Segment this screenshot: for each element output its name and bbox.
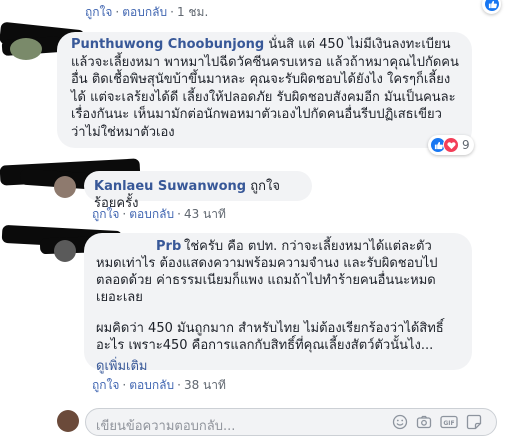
reaction-badge-top[interactable]: [482, 0, 501, 14]
gif-icon[interactable]: GIF: [440, 414, 458, 430]
svg-text:GIF: GIF: [443, 420, 454, 427]
timestamp: 1 ชม.: [176, 5, 209, 19]
sticker-icon[interactable]: [466, 414, 482, 430]
reply-link[interactable]: ตอบกลับ: [122, 5, 167, 19]
comment-author[interactable]: Prb: [156, 239, 181, 254]
reply-input[interactable]: เขียนข้อความตอบกลับ... GIF: [85, 408, 497, 436]
like-reaction-icon: [484, 0, 500, 12]
see-more-link[interactable]: ดูเพิ่มเติม: [96, 358, 460, 375]
emoji-icon[interactable]: [392, 414, 408, 430]
comment-paragraph: ใช่ครับ คือ ตปท. กว่าจะเลี้ยงหมาได้แต่ละ…: [96, 239, 438, 305]
reaction-badge[interactable]: 9: [428, 135, 474, 155]
comment-text: นั่นสิ แต่ 450 ไม่มีเงินลงทะเบียน แล้วจะ…: [71, 37, 459, 140]
timestamp: 38 นาที: [183, 378, 226, 392]
reaction-count: 9: [462, 138, 470, 152]
avatar[interactable]: [54, 176, 76, 198]
timestamp: 43 นาที: [183, 207, 226, 221]
comment1-bubble: Punthuwong Choobunjong นั่นสิ แต่ 450 ไม…: [57, 32, 472, 148]
comment-paragraph: ผมคิดว่า 450 มันถูกมาก สำหรับไทย ไม่ต้อง…: [96, 321, 444, 353]
avatar[interactable]: [54, 240, 76, 262]
comment2-meta: ถูกใจ · ตอบกลับ · 43 นาที: [92, 207, 226, 221]
like-link[interactable]: ถูกใจ: [92, 378, 119, 392]
avatar[interactable]: [10, 38, 42, 60]
like-link[interactable]: ถูกใจ: [92, 207, 119, 221]
comment0-meta: ถูกใจ · ตอบกลับ · 1 ชม.: [85, 5, 209, 19]
reply-placeholder: เขียนข้อความตอบกลับ...: [96, 419, 236, 434]
comment3-bubble: Prb ใช่ครับ คือ ตปท. กว่าจะเลี้ยงหมาได้แ…: [84, 233, 472, 374]
current-user-avatar[interactable]: [57, 410, 79, 432]
reply-link[interactable]: ตอบกลับ: [129, 378, 174, 392]
like-link[interactable]: ถูกใจ: [85, 5, 112, 19]
reply-link[interactable]: ตอบกลับ: [129, 207, 174, 221]
comment3-meta: ถูกใจ · ตอบกลับ · 38 นาที: [92, 378, 226, 392]
love-reaction-icon: [443, 137, 459, 153]
comment-author[interactable]: Punthuwong Choobunjong: [71, 37, 264, 52]
comment2-bubble: Kanlaeu Suwanwong ถูกใจร้อยครั้ง: [84, 171, 312, 211]
comment-author[interactable]: Kanlaeu Suwanwong: [94, 179, 246, 194]
camera-icon[interactable]: [416, 414, 432, 430]
